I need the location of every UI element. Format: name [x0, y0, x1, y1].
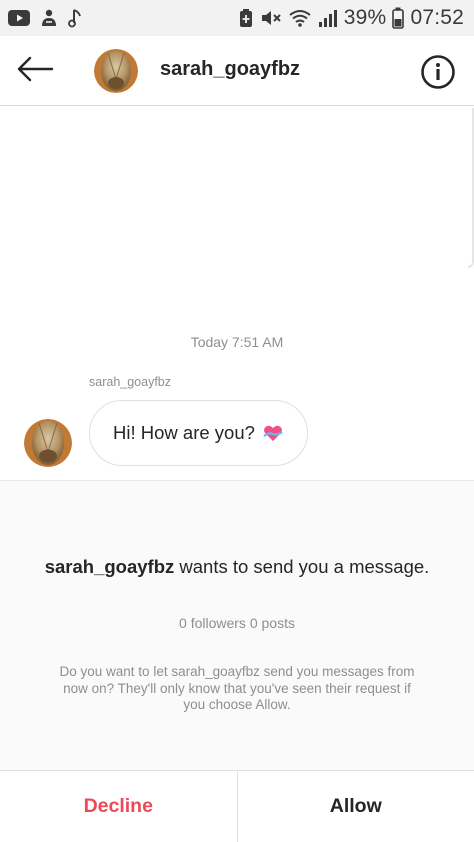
battery-percent: 39% [343, 6, 387, 29]
battery-saver-icon [238, 8, 254, 28]
request-username: sarah_goayfbz [44, 556, 175, 577]
chat-header: sarah_goayfbz [0, 36, 474, 106]
battery-icon [392, 7, 405, 29]
status-bar: 39% 07:52 [0, 0, 474, 36]
info-icon [420, 55, 456, 94]
request-actions: Decline Allow [0, 770, 474, 842]
allow-button[interactable]: Allow [238, 771, 474, 842]
youtube-icon [8, 10, 30, 26]
message-timestamp: Today 7:51 AM [190, 334, 284, 350]
request-title: sarah_goayfbz wants to send you a messag… [0, 555, 474, 578]
info-button[interactable] [420, 54, 456, 90]
scrollbar[interactable] [468, 108, 474, 268]
message-request-panel: sarah_goayfbz wants to send you a messag… [0, 480, 474, 770]
request-title-suffix: wants to send you a message. [174, 556, 430, 577]
avatar-image [24, 419, 72, 467]
message-text: Hi! How are you? [113, 422, 255, 443]
message-avatar[interactable] [24, 419, 72, 467]
request-stats: 0 followers 0 posts [179, 615, 295, 631]
decline-button[interactable]: Decline [0, 771, 238, 842]
back-arrow-icon [16, 56, 54, 87]
signal-icon [318, 8, 338, 28]
status-bar-left [8, 8, 82, 28]
heart-with-ribbon-icon [263, 424, 283, 442]
wifi-icon [288, 8, 312, 28]
clock: 07:52 [410, 6, 464, 29]
avatar-image [94, 49, 138, 93]
message-bubble[interactable]: Hi! How are you? [89, 400, 308, 466]
header-avatar[interactable] [94, 49, 138, 93]
music-note-icon [68, 8, 82, 28]
sender-name: sarah_goayfbz [89, 375, 172, 389]
header-username[interactable]: sarah_goayfbz [160, 58, 300, 81]
mute-icon [260, 8, 282, 28]
back-button[interactable] [14, 53, 56, 89]
request-description: Do you want to let sarah_goayfbz send yo… [59, 664, 415, 712]
status-bar-right: 39% 07:52 [238, 6, 464, 30]
hand-notification-icon [40, 8, 58, 28]
